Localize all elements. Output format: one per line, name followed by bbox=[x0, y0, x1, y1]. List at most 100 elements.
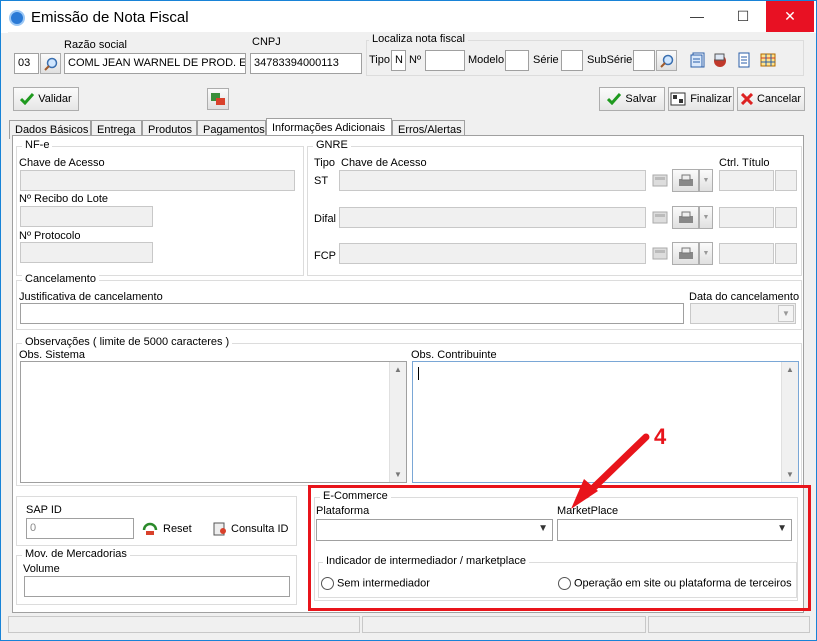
gnre-difal-ctrl2-input[interactable] bbox=[775, 207, 797, 228]
gnre-fcp-print-button[interactable] bbox=[672, 242, 699, 265]
gnre-difal-barcode-icon[interactable] bbox=[652, 209, 668, 225]
gnre-fcp-ctrl2-input[interactable] bbox=[775, 243, 797, 264]
maximize-button[interactable]: ☐ bbox=[720, 1, 766, 32]
serie-label: Série bbox=[533, 54, 559, 66]
cancelar-button[interactable]: Cancelar bbox=[737, 87, 805, 111]
status-segment-1 bbox=[8, 616, 360, 633]
status-segment-3 bbox=[648, 616, 810, 633]
obs-sistema-textarea[interactable]: ▲ ▼ bbox=[20, 361, 407, 483]
gnre-st-dropdown[interactable]: ▼ bbox=[699, 169, 713, 192]
search-company-button[interactable] bbox=[40, 53, 61, 74]
reset-button[interactable]: Reset bbox=[142, 522, 192, 536]
gnre-st-barcode-icon[interactable] bbox=[652, 172, 668, 188]
transfer-icon bbox=[211, 93, 225, 105]
nfe-title: NF-e bbox=[22, 139, 53, 151]
transfer-button[interactable] bbox=[207, 88, 229, 110]
search-doc-icon bbox=[213, 522, 226, 536]
obs-sistema-scrollbar[interactable]: ▲ ▼ bbox=[389, 362, 406, 482]
volume-input[interactable] bbox=[24, 576, 290, 597]
tipo-label: Tipo bbox=[369, 54, 390, 66]
printer-icon bbox=[678, 174, 693, 186]
finalizar-label: Finalizar bbox=[690, 93, 732, 105]
gnre-st-chave-input[interactable] bbox=[339, 170, 646, 191]
nfe-chave-label: Chave de Acesso bbox=[19, 157, 105, 169]
cnpj-input[interactable]: 34783394000113 bbox=[250, 53, 362, 74]
gnre-fcp-ctrl-input[interactable] bbox=[719, 243, 774, 264]
cancelar-label: Cancelar bbox=[756, 93, 802, 105]
printer-icon bbox=[678, 211, 693, 223]
x-icon bbox=[740, 93, 753, 105]
salvar-label: Salvar bbox=[625, 93, 657, 105]
gnre-ctrl-label: Ctrl. Título bbox=[719, 157, 770, 169]
highlight-box bbox=[308, 485, 811, 611]
gnre-fcp-dropdown[interactable]: ▼ bbox=[699, 242, 713, 265]
magnifier-icon bbox=[659, 54, 673, 68]
sap-input[interactable]: 0 bbox=[26, 518, 134, 539]
serie-input[interactable] bbox=[561, 50, 583, 71]
subserie-input[interactable] bbox=[633, 50, 655, 71]
gnre-chave-label: Chave de Acesso bbox=[341, 157, 427, 169]
justificativa-label: Justificativa de cancelamento bbox=[19, 291, 163, 303]
calendar-dropdown[interactable]: ▼ bbox=[778, 305, 794, 322]
document-icon[interactable] bbox=[736, 52, 752, 68]
nfe-chave-input[interactable] bbox=[20, 170, 295, 191]
gnre-fcp-barcode-icon[interactable] bbox=[652, 245, 668, 261]
subserie-label: SubSérie bbox=[587, 54, 633, 66]
nfe-protocolo-input[interactable] bbox=[20, 242, 153, 263]
data-cancelamento-label: Data do cancelamento bbox=[689, 291, 800, 303]
obs-contribuinte-label: Obs. Contribuinte bbox=[411, 349, 497, 361]
minimize-button[interactable]: — bbox=[674, 1, 720, 32]
validar-label: Validar bbox=[38, 93, 72, 105]
consulta-id-button[interactable]: Consulta ID bbox=[212, 522, 288, 536]
gnre-difal-chave-input[interactable] bbox=[339, 207, 646, 228]
cancelamento-title: Cancelamento bbox=[22, 273, 99, 285]
close-button[interactable]: ✕ bbox=[766, 1, 814, 32]
modelo-label: Modelo bbox=[468, 54, 505, 66]
company-code-input[interactable]: 03 bbox=[14, 53, 39, 74]
gnre-st-ctrl2-input[interactable] bbox=[775, 170, 797, 191]
gnre-difal-ctrl-input[interactable] bbox=[719, 207, 774, 228]
localiza-title: Localiza nota fiscal bbox=[369, 33, 468, 45]
search-nota-button[interactable] bbox=[656, 50, 677, 71]
mov-title: Mov. de Mercadorias bbox=[22, 548, 130, 560]
razao-label: Razão social bbox=[64, 39, 127, 51]
obs-contribuinte-scrollbar[interactable]: ▲ ▼ bbox=[781, 362, 798, 482]
reset-label: Reset bbox=[163, 523, 192, 535]
gnre-title: GNRE bbox=[313, 139, 351, 151]
window: Emissão de Nota Fiscal — ☐ ✕ Razão socia… bbox=[0, 0, 817, 641]
justificativa-input[interactable] bbox=[20, 303, 684, 324]
gnre-fcp-chave-input[interactable] bbox=[339, 243, 646, 264]
gnre-difal-dropdown[interactable]: ▼ bbox=[699, 206, 713, 229]
validar-button[interactable]: Validar bbox=[13, 87, 79, 111]
status-segment-2 bbox=[362, 616, 646, 633]
text-cursor bbox=[418, 367, 419, 380]
grid-table-icon[interactable] bbox=[760, 52, 776, 68]
obs-sistema-label: Obs. Sistema bbox=[19, 349, 86, 361]
printer-icon bbox=[678, 247, 693, 259]
modelo-input[interactable] bbox=[505, 50, 529, 71]
reset-icon bbox=[142, 522, 158, 535]
finalizar-button[interactable]: Finalizar bbox=[668, 87, 734, 111]
magnifier-icon bbox=[43, 57, 57, 71]
window-title: Emissão de Nota Fiscal bbox=[31, 9, 189, 26]
consulta-id-label: Consulta ID bbox=[231, 523, 289, 535]
sap-label: SAP ID bbox=[26, 504, 62, 516]
app-icon bbox=[9, 10, 25, 26]
salvar-button[interactable]: Salvar bbox=[599, 87, 665, 111]
gnre-st-print-button[interactable] bbox=[672, 169, 699, 192]
gnre-st-ctrl-input[interactable] bbox=[719, 170, 774, 191]
gnre-fcp-label: FCP bbox=[314, 250, 336, 262]
razao-social-input[interactable]: COML JEAN WARNEL DE PROD. ESP. bbox=[64, 53, 246, 74]
numero-input[interactable] bbox=[425, 50, 465, 71]
gnre-difal-label: Difal bbox=[314, 213, 337, 225]
nfe-protocolo-label: Nº Protocolo bbox=[19, 230, 81, 242]
gnre-st-label: ST bbox=[314, 175, 329, 187]
nfe-recibo-label: Nº Recibo do Lote bbox=[19, 193, 109, 205]
document-list-icon[interactable] bbox=[690, 52, 706, 68]
finalize-icon bbox=[670, 92, 686, 106]
cnpj-label: CNPJ bbox=[252, 36, 281, 48]
printer-settings-icon[interactable] bbox=[712, 52, 728, 68]
gnre-difal-print-button[interactable] bbox=[672, 206, 699, 229]
nfe-recibo-input[interactable] bbox=[20, 206, 153, 227]
tipo-input[interactable]: N bbox=[391, 50, 406, 71]
